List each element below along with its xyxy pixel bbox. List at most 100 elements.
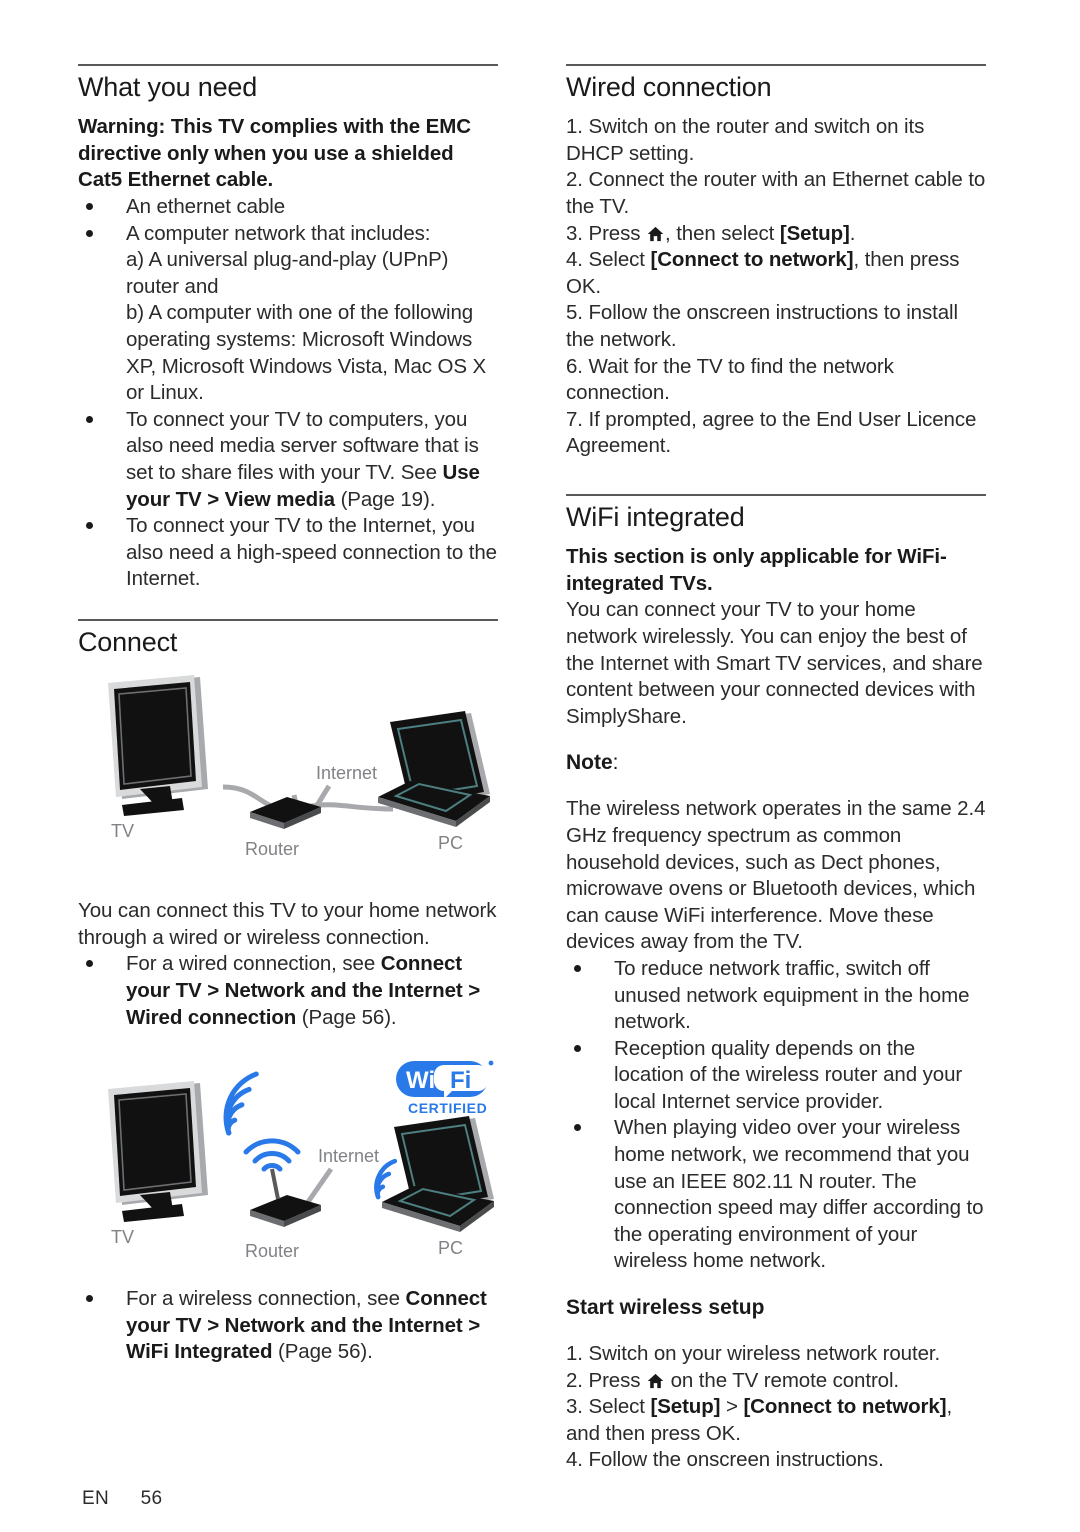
home-icon [646,1369,665,1392]
page-title-what-you-need: What you need [78,72,258,102]
text-run: > [720,1395,744,1419]
bullet-dot-icon [86,203,93,211]
label-router: Router [245,1241,299,1261]
text-run: OK [566,274,596,298]
list-item-label: A computer network that includes: [126,221,431,245]
wifi-signal-icon-router [243,1138,301,1172]
wifi-paragraph: You can connect your TV to your home net… [566,598,983,728]
manual-page: What you need Warning: This TV complies … [0,0,1080,1532]
section-divider [566,64,986,66]
bullet-dot-icon [574,1124,581,1132]
text-run: For a wireless connection, see [126,1287,406,1311]
step: 5. Follow the onscreen instructions to i… [566,300,986,353]
text-run: , then press [853,248,960,272]
emphasis-text: [Setup] [650,1395,721,1419]
wifi-signal-icon [223,1071,259,1136]
cable-internet [305,1167,334,1204]
bullet-dot-icon [86,522,93,530]
text-run: To connect your TV to computers, you als… [126,407,479,484]
label-internet: Internet [318,1146,379,1166]
section-divider [78,618,498,621]
step: 2. Press on the TV remote control. [566,1368,986,1395]
list-item-label: An ethernet cable [126,195,285,219]
emphasis-text: [Setup] [779,221,850,245]
logo-wi-text: Wi [406,1067,435,1094]
wired-connection-steps: 1. Switch on the router and switch on it… [566,114,986,460]
home-icon [647,226,664,241]
note-colon: : [612,751,619,775]
text-run: 1. Switch on the router and switch on it… [566,115,925,165]
label-pc: PC [438,833,463,853]
connect-paragraph: You can connect this TV to your home net… [78,899,497,949]
text-run: 2. Press [566,1368,646,1392]
tv-illustration [108,675,208,817]
text-run: OK [705,1421,736,1445]
list-item-label: For a wireless connection, see Connect y… [126,1287,487,1363]
list-item: To reduce network traffic, switch off un… [566,956,986,1036]
list-item: A computer network that includes: a) A u… [78,221,498,407]
page-footer: EN 56 [82,1488,162,1510]
text-run: 7. If prompted, agree to the End User Li… [566,407,977,458]
step: 7. If prompted, agree to the End User Li… [566,407,986,460]
what-you-need-list: An ethernet cable A computer network tha… [78,194,498,593]
text-run: (Page 19). [334,487,436,511]
text-run: . [849,221,856,245]
wifi-notes-list: To reduce network traffic, switch off un… [566,956,986,1275]
list-item: For a wireless connection, see Connect y… [78,1286,498,1366]
text-run: 2. Connect the router with an Ethernet c… [566,168,986,219]
wifi-signal-icon-pc [374,1158,398,1200]
two-column-layout: What you need Warning: This TV complies … [0,0,1080,1474]
bullet-dot-icon [86,415,93,423]
pc-illustration [378,711,490,828]
list-item-label: To reduce network traffic, switch off un… [614,956,970,1034]
section-divider [566,493,986,496]
text-run: 6. Wait for the TV to find the network c… [566,354,894,405]
note-text: The wireless network operates in the sam… [566,797,986,954]
wireless-reference-list: For a wireless connection, see Connect y… [78,1286,498,1366]
logo-registered-mark [488,1060,494,1066]
list-item-label: To connect your TV to computers, you als… [126,408,480,511]
text-run: 4. Select [566,248,651,272]
step: 6. Wait for the TV to find the network c… [566,354,986,407]
home-icon [646,222,665,245]
section-title-wired-connection: Wired connection [566,72,772,102]
footer-language: EN [82,1488,109,1509]
list-item-label: To connect your TV to the Internet, you … [126,514,497,591]
diagram-wireless-connection: TV Router Internet PC Wi Fi CERTIFIED [78,1057,498,1272]
label-tv: TV [111,821,134,841]
step: 1. Switch on your wireless network route… [566,1341,986,1368]
list-item-label: When playing video over your wireless ho… [614,1116,984,1273]
list-item-label: For a wired connection, see Connect your… [126,952,480,1028]
emphasis-text: [Connect to network] [743,1395,947,1419]
text-run: 4. Follow the onscreen instructions. [566,1448,884,1472]
label-router: Router [245,839,299,859]
emphasis-text: [Connect to network] [650,248,854,272]
section-title-wifi-integrated: WiFi integrated [566,501,745,532]
bullet-dot-icon [86,229,93,237]
list-item-sub-b: b) A computer with one of the following … [126,301,487,405]
warning-text: Warning: This TV complies with the EMC d… [78,115,471,192]
logo-certified-text: CERTIFIED [408,1100,487,1116]
start-wireless-setup-steps: 1. Switch on your wireless network route… [566,1341,986,1474]
wifi-certified-logo: Wi Fi CERTIFIED [396,1060,494,1116]
bullet-dot-icon [574,1044,581,1052]
text-run: For a wired connection, see [126,952,381,976]
list-item-label: Reception quality depends on the locatio… [614,1036,963,1113]
text-run: 3. Press [566,221,646,245]
list-item: For a wired connection, see Connect your… [78,951,498,1031]
list-item: To connect your TV to computers, you als… [78,407,498,513]
note-label-text: Note [566,751,613,775]
bullet-dot-icon [574,964,581,972]
list-item: When playing video over your wireless ho… [566,1115,986,1275]
text-run: (Page 56). [272,1340,373,1364]
text-run: (Page 56). [296,1005,397,1029]
section-title-connect: Connect [78,626,178,657]
footer-page-number: 56 [140,1488,163,1509]
list-item: An ethernet cable [78,194,498,221]
list-item: To connect your TV to the Internet, you … [78,513,498,593]
list-item-sub-a: a) A universal plug-and-play (UPnP) rout… [126,248,449,298]
step: 3. Select [Setup] > [Connect to network]… [566,1394,986,1447]
step: 3. Press , then select [Setup]. [566,221,986,248]
text-run: on the TV remote control. [665,1368,900,1392]
text-run: 5. Follow the onscreen instructions to i… [566,301,958,351]
